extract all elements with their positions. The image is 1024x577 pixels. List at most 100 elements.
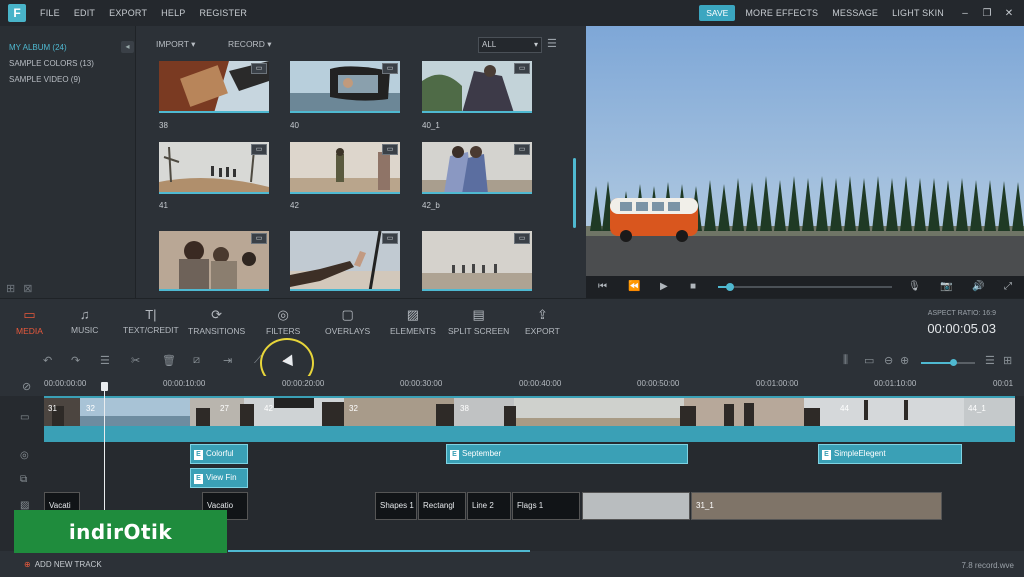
export-icon: ⇪ [536, 307, 548, 322]
volume-icon[interactable]: 🔊 [972, 281, 984, 292]
video-clip-label: 44_1 [968, 404, 986, 413]
media-thumb[interactable]: ▭ [422, 61, 532, 113]
crop-icon[interactable]: ⧄ [193, 354, 200, 367]
media-thumb[interactable]: ▭ [290, 61, 400, 113]
list-view-icon[interactable]: ☰ [547, 37, 557, 50]
ruler-label: 00:00:20:00 [282, 379, 325, 388]
video-clip-label: 38 [460, 404, 469, 413]
add-folder-icon[interactable]: ⊞ [6, 283, 23, 295]
media-thumb[interactable]: ▭ [159, 142, 269, 194]
text-track-icon: ⧉ [20, 474, 28, 485]
pip-clip[interactable]: Shapes 1 [375, 492, 417, 520]
undo-icon[interactable]: ↶ [43, 354, 52, 367]
media-thumb[interactable]: ▭ [422, 142, 532, 194]
preview-progress-knob[interactable] [726, 283, 735, 291]
grid-view-icon[interactable]: ⊞ [1003, 354, 1012, 367]
add-circle-icon: ⊕ [24, 560, 31, 569]
collapse-arrow-icon[interactable]: ◂ [121, 41, 134, 53]
magnet-icon[interactable]: ⊘ [22, 380, 31, 393]
preview-progress-bar[interactable] [718, 283, 892, 291]
menu-help[interactable]: HELP [161, 8, 185, 18]
timeline-horizontal-scrollbar[interactable] [228, 550, 530, 552]
message-link[interactable]: MESSAGE [832, 8, 878, 18]
audio-mixer-icon[interactable]: ⫼ [843, 354, 848, 367]
save-button[interactable]: SAVE [699, 5, 736, 21]
text-clip[interactable]: E View Fin [190, 468, 248, 488]
maximize-icon[interactable]: ❐ [980, 8, 994, 19]
func-elements[interactable]: ▨ ELEMENTS [390, 307, 436, 336]
video-clip-label: 44 [840, 404, 849, 413]
media-scrollbar[interactable] [573, 158, 576, 228]
watermark-text: indirOtik [68, 519, 173, 544]
func-text-credit[interactable]: T| TEXT/CREDIT [123, 307, 179, 335]
media-thumb[interactable]: ▭ [422, 231, 532, 291]
library-item-my-album[interactable]: MY ALBUM (24) [0, 40, 135, 56]
pip-clip-image[interactable] [582, 492, 690, 520]
stop-icon[interactable]: ■ [690, 281, 696, 292]
minimize-icon[interactable]: – [958, 8, 972, 19]
pip-clip[interactable]: Flags 1 [512, 492, 580, 520]
media-filter-select[interactable]: ALL ▾ [478, 37, 542, 53]
snapshot-camera-icon[interactable]: 📷 [940, 281, 952, 292]
media-thumb[interactable]: ▭ [290, 142, 400, 194]
cut-icon[interactable]: ✂ [131, 354, 140, 367]
media-thumb[interactable]: ▭ [159, 61, 269, 113]
media-thumb-label: 40 [290, 121, 299, 130]
watermark-logo: indirOtik [14, 510, 227, 553]
step-back-icon[interactable]: ⏪ [628, 281, 640, 292]
text-clip[interactable]: E SimpleElegent [818, 444, 962, 464]
adjust-icon[interactable]: ☰ [100, 354, 110, 367]
func-music[interactable]: ♫ MUSIC [71, 307, 98, 335]
func-split-screen[interactable]: ▤ SPLIT SCREEN [448, 307, 509, 336]
preview-video-frame [586, 26, 1024, 276]
func-filters[interactable]: ◎ FILTERS [266, 307, 300, 336]
remove-folder-icon[interactable]: ⊠ [23, 283, 40, 295]
effect-e-icon: E [450, 450, 459, 460]
pip-clip[interactable]: Line 2 [467, 492, 511, 520]
fit-timeline-icon[interactable]: ▭ [864, 354, 874, 367]
transitions-icon: ⟳ [211, 307, 223, 322]
library-panel: MY ALBUM (24) SAMPLE COLORS (13) SAMPLE … [0, 26, 136, 298]
track-list-icon[interactable]: ☰ [985, 354, 995, 367]
folder-icon: ▭ [23, 307, 36, 322]
zoom-in-icon[interactable]: ⊕ [900, 354, 909, 367]
skip-back-icon[interactable]: ⏮ [598, 281, 607, 292]
play-icon[interactable]: ▶ [660, 281, 668, 292]
media-thumb[interactable]: ▭ [290, 231, 400, 291]
more-effects-link[interactable]: MORE EFFECTS [745, 8, 818, 18]
zoom-slider[interactable] [921, 359, 975, 366]
zoom-out-icon[interactable]: ⊖ [884, 354, 893, 367]
media-thumb[interactable]: ▭ [159, 231, 269, 291]
func-overlays[interactable]: ▢ OVERLAYS [325, 307, 370, 336]
video-editor-app: F FILE EDIT EXPORT HELP REGISTER SAVE MO… [0, 0, 1024, 577]
record-dropdown[interactable]: RECORD ▾ [228, 39, 271, 50]
redo-icon[interactable]: ↷ [71, 354, 80, 367]
text-clip[interactable]: E Colorful [190, 444, 248, 464]
timeline-ruler[interactable]: ⊘ 00:00:00:00 00:00:10:00 00:00:20:00 00… [0, 376, 1024, 396]
video-track[interactable]: 31 32 27 42 32 38 44 44_1 [44, 396, 1015, 442]
light-skin-link[interactable]: LIGHT SKIN [892, 8, 944, 18]
import-dropdown[interactable]: IMPORT ▾ [156, 39, 195, 50]
media-thumb-label: 42 [290, 201, 299, 210]
menu-register[interactable]: REGISTER [199, 8, 247, 18]
zoom-slider-knob[interactable] [950, 359, 957, 366]
library-item-sample-colors[interactable]: SAMPLE COLORS (13) [0, 56, 135, 72]
pip-clip[interactable]: Rectangl [418, 492, 466, 520]
close-icon[interactable]: ✕ [1002, 8, 1016, 19]
menu-edit[interactable]: EDIT [74, 8, 95, 18]
video-clip-label: 42 [264, 404, 273, 413]
fullscreen-icon[interactable]: ⤢ [1004, 281, 1012, 292]
func-export[interactable]: ⇪ EXPORT [525, 307, 560, 336]
add-new-track-button[interactable]: ⊕ ADD NEW TRACK [24, 560, 102, 569]
insert-icon[interactable]: ⇥ [223, 354, 232, 367]
delete-icon[interactable]: 🗑 [162, 354, 176, 367]
pip-clip[interactable]: 31_1 [691, 492, 942, 520]
microphone-icon[interactable]: 🎙 [908, 281, 921, 292]
menu-export[interactable]: EXPORT [109, 8, 147, 18]
func-media[interactable]: ▭ MEDIA [16, 307, 43, 336]
playhead-handle[interactable] [101, 382, 108, 391]
func-transitions[interactable]: ⟳ TRANSITIONS [188, 307, 245, 336]
text-clip[interactable]: E September [446, 444, 688, 464]
menu-file[interactable]: FILE [40, 8, 60, 18]
library-item-sample-video[interactable]: SAMPLE VIDEO (9) [0, 72, 135, 88]
